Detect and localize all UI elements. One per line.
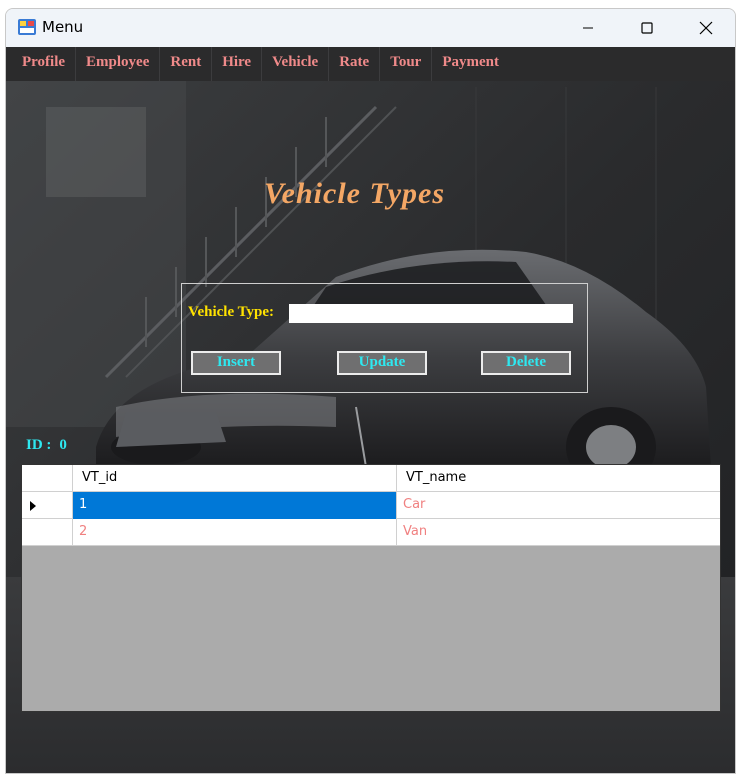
menu-bar: Profile Employee Rent Hire Vehicle Rate … [6, 47, 735, 81]
menu-rate[interactable]: Rate [329, 47, 381, 81]
maximize-icon [641, 22, 653, 34]
id-display: ID : 0 [26, 437, 67, 454]
row-selector[interactable] [22, 492, 73, 519]
cell-vt-name[interactable]: Car [397, 492, 720, 519]
delete-button[interactable]: Delete [481, 351, 571, 375]
id-value: 0 [59, 437, 67, 453]
menu-tour[interactable]: Tour [380, 47, 433, 81]
vehicle-types-grid[interactable]: VT_id VT_name 1 Car 2 Van [21, 464, 721, 712]
menu-profile[interactable]: Profile [12, 47, 77, 81]
page-title: Vehicle Types [264, 177, 446, 210]
table-row[interactable]: 2 Van [22, 519, 720, 546]
menu-employee[interactable]: Employee [76, 47, 161, 81]
close-icon [699, 21, 713, 35]
column-header-vt-id[interactable]: VT_id [73, 465, 397, 492]
cell-vt-id[interactable]: 2 [73, 519, 397, 546]
app-window: Menu Profile Employee Rent Hire Vehicle … [5, 8, 736, 774]
menu-vehicle[interactable]: Vehicle [262, 47, 330, 81]
menu-payment[interactable]: Payment [432, 47, 509, 81]
minimize-button[interactable] [565, 9, 611, 47]
current-row-arrow-icon [30, 501, 36, 511]
menu-hire[interactable]: Hire [212, 47, 263, 81]
cell-vt-name[interactable]: Van [397, 519, 720, 546]
insert-button[interactable]: Insert [191, 351, 281, 375]
row-selector[interactable] [22, 519, 73, 546]
app-icon [18, 19, 36, 35]
window-title: Menu [42, 18, 84, 36]
vehicle-type-form: Vehicle Type: Insert Update Delete [181, 283, 588, 393]
minimize-icon [583, 27, 593, 29]
vehicle-type-input[interactable] [289, 304, 573, 323]
close-button[interactable] [683, 9, 729, 47]
title-bar: Menu [6, 9, 735, 47]
id-label: ID : [26, 437, 52, 453]
client-area: Profile Employee Rent Hire Vehicle Rate … [6, 47, 735, 773]
menu-rent[interactable]: Rent [160, 47, 213, 81]
row-header-corner [22, 465, 73, 492]
column-header-vt-name[interactable]: VT_name [397, 465, 720, 492]
update-button[interactable]: Update [337, 351, 427, 375]
table-row[interactable]: 1 Car [22, 492, 720, 519]
grid-header-row: VT_id VT_name [22, 465, 720, 492]
cell-vt-id[interactable]: 1 [73, 492, 397, 519]
maximize-button[interactable] [624, 9, 670, 47]
vehicle-type-label: Vehicle Type: [188, 304, 274, 320]
